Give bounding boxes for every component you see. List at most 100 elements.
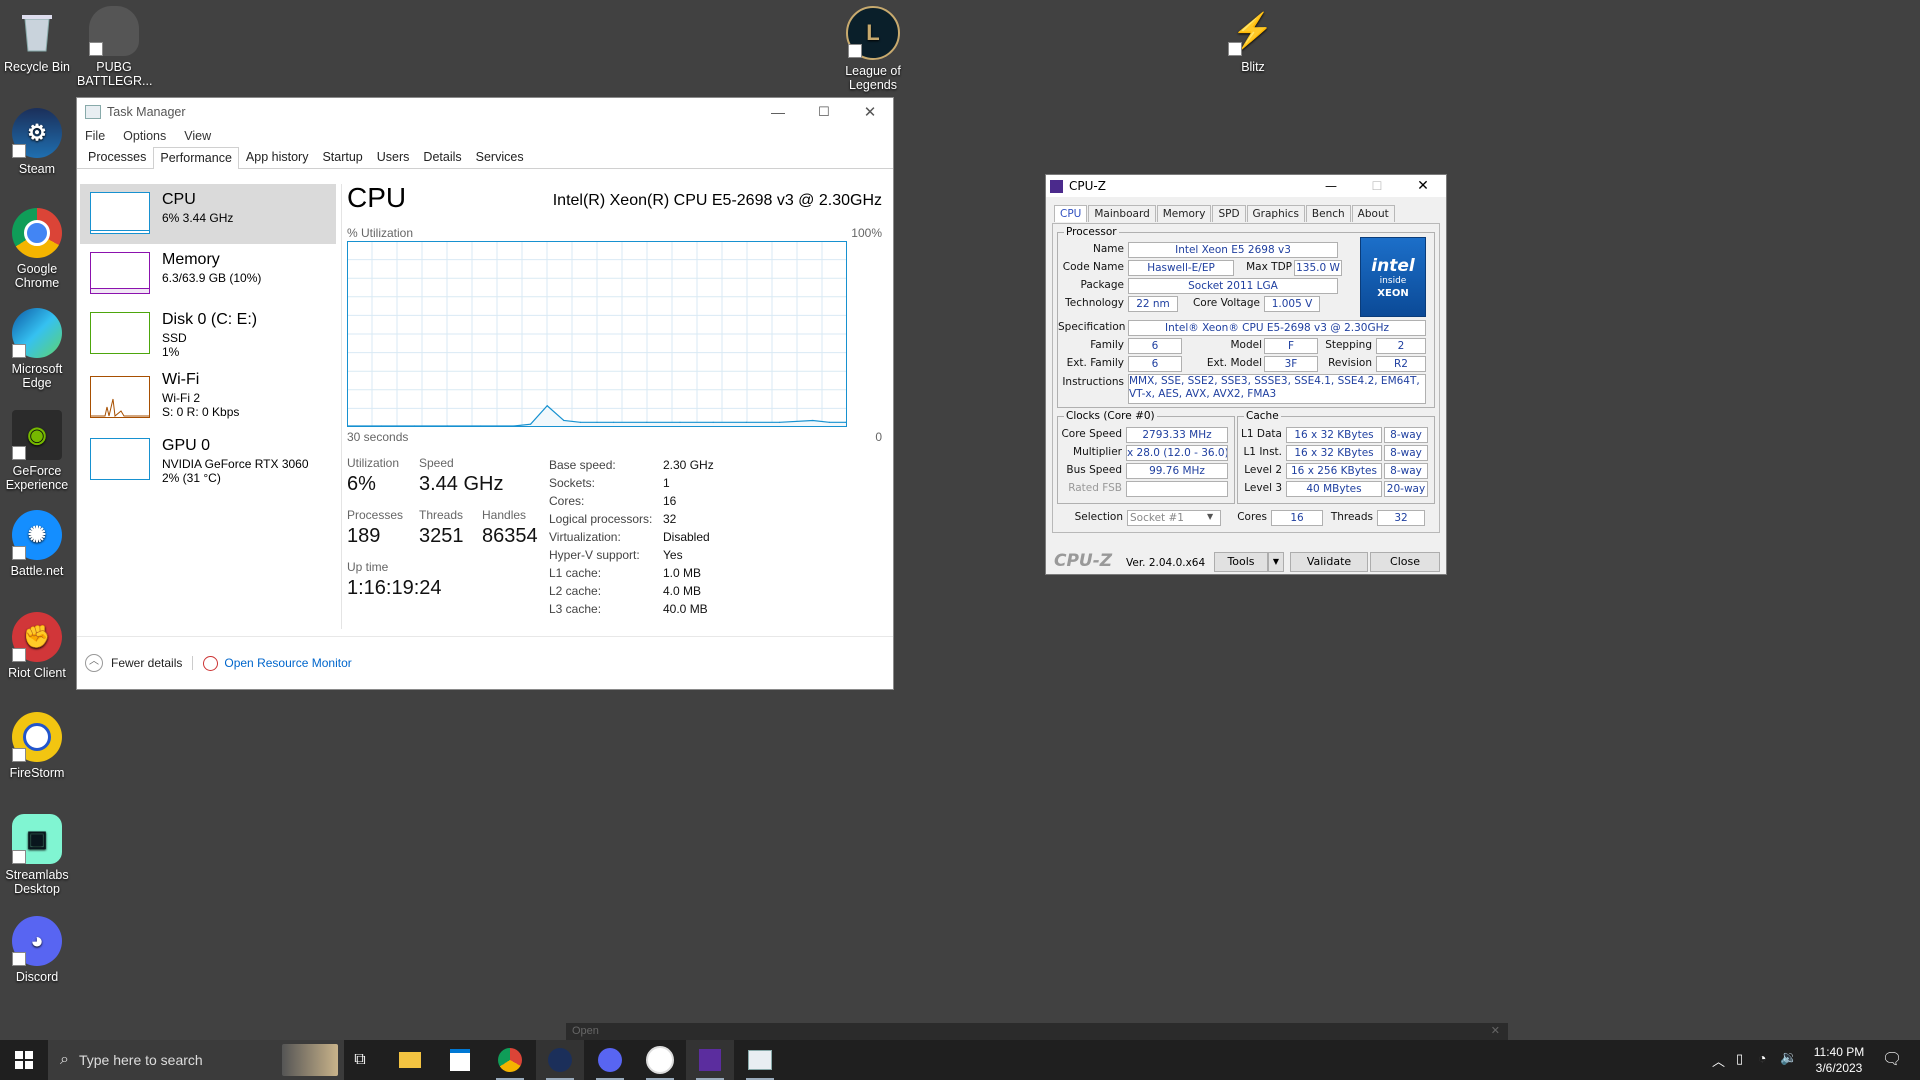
chevron-up-icon[interactable]: ︿ (85, 654, 103, 672)
task-view-button[interactable]: ⧉ (336, 1040, 384, 1080)
sidebar-item-wifi[interactable]: Wi-Fi Wi-Fi 2 S: 0 R: 0 Kbps (80, 364, 336, 430)
search-box[interactable]: ⌕ Type here to search (48, 1040, 344, 1080)
menu-options[interactable]: Options (123, 129, 166, 143)
tab-graphics[interactable]: Graphics (1246, 205, 1305, 222)
menu-file[interactable]: File (85, 129, 105, 143)
notifications-icon[interactable]: 🗨 (1882, 1049, 1902, 1069)
tab-app-history[interactable]: App history (239, 146, 316, 168)
network-icon[interactable]: ◔ (1758, 1050, 1766, 1066)
desktop-icon-blitz[interactable]: ⚡ Blitz (1216, 6, 1290, 74)
menu-view[interactable]: View (184, 129, 211, 143)
close-icon[interactable]: ✕ (1491, 1024, 1500, 1037)
validate-button[interactable]: Validate (1290, 552, 1368, 572)
page-title: CPU (347, 182, 407, 213)
clock-time: 11:40 PM (1813, 1045, 1865, 1059)
desktop-icon-discord[interactable]: ◕ Discord (0, 916, 74, 984)
tab-cpu[interactable]: CPU (1054, 205, 1088, 222)
tab-services[interactable]: Services (469, 146, 531, 168)
chevron-down-icon[interactable]: ▼ (1207, 512, 1213, 521)
l2-assoc: 8-way (1384, 463, 1428, 479)
open-resource-monitor-link[interactable]: Open Resource Monitor (224, 656, 351, 670)
l1-inst-assoc: 8-way (1384, 445, 1428, 461)
tools-dropdown-button[interactable]: ▼ (1268, 552, 1284, 572)
resource-monitor-icon (203, 655, 219, 671)
utilization-value: 6% (347, 473, 376, 495)
title-bar[interactable]: CPU-Z — ☐ ✕ (1046, 175, 1446, 197)
recycle-bin-icon (12, 6, 62, 56)
tab-mainboard[interactable]: Mainboard (1088, 205, 1156, 222)
riot-client-icon: ✊ (12, 612, 62, 662)
family-value: 6 (1128, 338, 1182, 354)
clock-date: 3/6/2023 (1815, 1061, 1863, 1075)
taskbar-discord[interactable] (586, 1040, 634, 1080)
clock[interactable]: 11:40 PM 3/6/2023 (1804, 1044, 1874, 1076)
chrome-icon (498, 1048, 522, 1072)
chevron-up-icon[interactable]: ︿ (1712, 1051, 1725, 1070)
desktop-icon-pubg[interactable]: PUBG BATTLEGR... (77, 6, 152, 88)
field-label: Family (1090, 339, 1124, 351)
desktop-icon-recycle-bin[interactable]: Recycle Bin (0, 6, 74, 74)
taskbar-cpuz[interactable] (686, 1040, 734, 1080)
tab-performance[interactable]: Performance (153, 147, 239, 169)
taskbar-steam[interactable] (536, 1040, 584, 1080)
start-button[interactable] (0, 1040, 48, 1080)
taskbar-file-explorer[interactable] (386, 1040, 434, 1080)
utilization-point (380, 425, 382, 427)
desktop-icon-league[interactable]: L League of Legends (836, 6, 910, 92)
tab-spd[interactable]: SPD (1212, 205, 1246, 222)
field-label: L1 Data (1241, 428, 1282, 440)
maximize-button[interactable]: ☐ (1354, 179, 1400, 193)
taskbar-store[interactable] (436, 1040, 484, 1080)
tablet-icon[interactable]: ▯ (1736, 1051, 1743, 1067)
taskbar: ⌕ Type here to search ⧉ ︿ ▯ ◔ 🔉 11:40 PM… (0, 1040, 1920, 1080)
tab-users[interactable]: Users (370, 146, 417, 168)
utilization-point (579, 421, 581, 423)
tab-details[interactable]: Details (416, 146, 468, 168)
wifi-throughput: S: 0 R: 0 Kbps (162, 405, 240, 419)
search-highlight-image (282, 1044, 338, 1076)
task-manager-icon (748, 1050, 772, 1070)
minimize-button[interactable]: — (1308, 179, 1354, 193)
tab-processes[interactable]: Processes (81, 146, 153, 168)
close-button[interactable]: ✕ (1400, 178, 1446, 194)
sidebar-item-gpu[interactable]: GPU 0 NVIDIA GeForce RTX 3060 2% (31 °C) (80, 430, 336, 490)
xeon-text: XEON (1377, 288, 1409, 299)
volume-icon[interactable]: 🔉 (1780, 1049, 1797, 1066)
sidebar-item-disk[interactable]: Disk 0 (C: E:) SSD 1% (80, 304, 336, 364)
desktop-icon-geforce[interactable]: ◉ GeForce Experience (0, 410, 74, 492)
intel-inside-text: inside (1379, 276, 1407, 286)
tab-bench[interactable]: Bench (1305, 205, 1351, 222)
taskbar-chrome[interactable] (486, 1040, 534, 1080)
detail-value: 2.30 GHz (663, 458, 714, 472)
field-label: L1 Inst. (1243, 446, 1282, 458)
desktop-icon-steam[interactable]: ⚙ Steam (0, 108, 74, 176)
taskbar-clock-app[interactable] (636, 1040, 684, 1080)
tab-about[interactable]: About (1351, 205, 1395, 222)
title-bar[interactable]: Task Manager — ☐ ✕ (77, 98, 893, 126)
tab-startup[interactable]: Startup (315, 146, 369, 168)
sidebar-item-cpu[interactable]: CPU 6% 3.44 GHz (80, 184, 336, 244)
desktop-icon-streamlabs[interactable]: ▣ Streamlabs Desktop (0, 814, 74, 896)
desktop-icon-riot[interactable]: ✊ Riot Client (0, 612, 74, 680)
desktop-icon-edge[interactable]: Microsoft Edge (0, 308, 74, 390)
maximize-button[interactable]: ☐ (801, 104, 847, 120)
detail-key: L2 cache: (549, 584, 602, 598)
gpu-thumbnail-graph (90, 438, 150, 480)
tab-memory[interactable]: Memory (1156, 205, 1212, 222)
minimize-button[interactable]: — (755, 104, 801, 120)
taskbar-task-manager[interactable] (736, 1040, 784, 1080)
field-label: Bus Speed (1066, 464, 1122, 476)
search-input[interactable]: Type here to search (79, 1052, 203, 1068)
sidebar-title: Wi-Fi (162, 371, 200, 388)
close-app-button[interactable]: Close (1370, 552, 1440, 572)
shortcut-arrow-icon (1228, 42, 1242, 56)
sidebar-item-memory[interactable]: Memory 6.3/63.9 GB (10%) (80, 244, 336, 304)
task-manager-app-icon (85, 105, 101, 119)
desktop-icon-firestorm[interactable]: FireStorm (0, 712, 74, 780)
close-button[interactable]: ✕ (847, 103, 893, 121)
footer-separator (192, 656, 194, 670)
desktop-icon-battlenet[interactable]: ✺ Battle.net (0, 510, 74, 578)
desktop-icon-chrome[interactable]: Google Chrome (0, 208, 74, 290)
fewer-details-button[interactable]: Fewer details (111, 656, 182, 670)
tools-button[interactable]: Tools (1214, 552, 1268, 572)
